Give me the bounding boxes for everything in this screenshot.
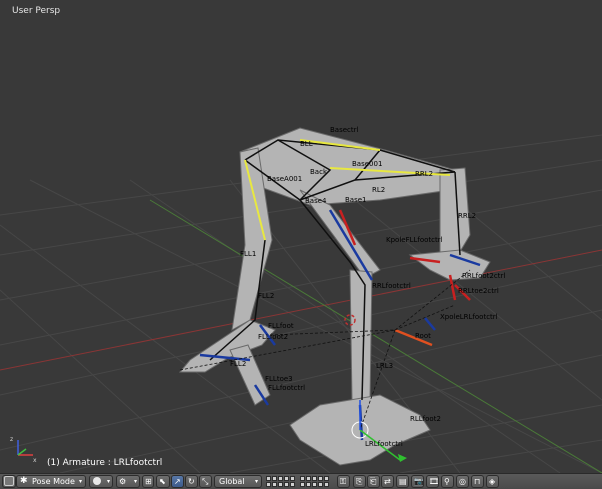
copy-pose-icon: ⎘ — [356, 477, 363, 486]
bone-label: LRL3 — [376, 362, 394, 370]
proportional-edit-button[interactable]: ◎ — [456, 475, 469, 488]
svg-text:x: x — [33, 457, 37, 464]
scale-icon: ⤡ — [202, 477, 209, 486]
translate-manipulator-button[interactable]: ↗ — [171, 475, 184, 488]
bone-label: RRL2 — [415, 170, 434, 178]
ik-icon: ⚲ — [444, 477, 450, 486]
bone-label: RRLtoe2ctrl — [458, 287, 499, 295]
bone-label: RL2 — [372, 186, 386, 194]
bone-icon: ⊞ — [145, 477, 152, 486]
dropdown-arrow-icon: ▾ — [133, 478, 137, 485]
layer-buttons-2[interactable] — [300, 476, 329, 487]
bone-label: BLL — [300, 140, 313, 148]
bone-label: BaseA001 — [267, 175, 303, 183]
snap-button[interactable]: ⊓ — [471, 475, 484, 488]
bone-label: RRL2 — [458, 212, 477, 220]
paste-pose-icon: ⎗ — [370, 477, 377, 486]
transform-orientation-selector[interactable]: Global ▾ — [214, 475, 262, 488]
snap-target-icon: ◈ — [489, 477, 496, 486]
orientation-label: Global — [219, 477, 245, 486]
bone-label: Basectrl — [330, 126, 359, 134]
bone-label: FLLfoot2 — [258, 333, 289, 341]
solid-sphere-icon — [93, 477, 101, 485]
pose-paste-button[interactable]: ⎗ — [367, 475, 380, 488]
axis-widget: z x — [10, 436, 37, 464]
bone-label: FLLfootctrl — [268, 384, 306, 392]
pivot-icon: ⚙ — [119, 477, 127, 486]
armature-mesh[interactable] — [178, 127, 491, 466]
mode-label: Pose Mode — [32, 477, 75, 486]
layer-buttons-1[interactable] — [266, 476, 295, 487]
bone-label: XpoleLRLfootctrl — [440, 313, 498, 321]
3d-viewport[interactable]: z x User Persp (1) Armature : LRLfootctr… — [0, 0, 602, 473]
lock-icon: ⚿ — [340, 477, 347, 486]
pose-flip-button[interactable]: ⇄ — [381, 475, 394, 488]
pivot-point-button[interactable]: ⚙ ▾ — [116, 475, 140, 488]
bone-label: Back — [310, 168, 327, 176]
render-anim-icon: 🎞 — [429, 477, 439, 486]
bone-label: RRLfoot2ctrl — [462, 272, 506, 280]
render-button[interactable]: 📷 — [411, 475, 424, 488]
rotate-manipulator-button[interactable]: ↻ — [185, 475, 198, 488]
library-icon: ▤ — [399, 477, 407, 486]
dropdown-arrow-icon: ▾ — [254, 478, 258, 485]
x-axis-line — [0, 249, 602, 371]
scale-manipulator-button[interactable]: ⤡ — [199, 475, 212, 488]
viewport-canvas[interactable]: z x — [0, 0, 602, 473]
bone-label: FLL1 — [240, 250, 257, 258]
bone-label: FLL2 — [258, 292, 275, 300]
svg-text:z: z — [10, 436, 13, 443]
render-icon: 📷 — [414, 477, 424, 486]
pose-copy-button[interactable]: ⎘ — [353, 475, 366, 488]
bone-label: FLL2 — [230, 360, 247, 368]
dropdown-arrow-icon: ▾ — [78, 478, 82, 485]
gizmo-y-head — [398, 454, 407, 462]
translate-arrow-icon: ↗ — [174, 477, 181, 486]
bone-label: FLLtoe3 — [265, 375, 293, 383]
snap-magnet-icon: ⊓ — [474, 477, 481, 486]
snap-target-button[interactable]: ◈ — [486, 475, 499, 488]
viewport-header: ✱ Pose Mode ▾ ▾ ⚙ ▾ ⊞ ⬉ ↗ ↻ ⤡ Global ▾ ⚿… — [0, 473, 602, 489]
render-anim-button[interactable]: 🎞 — [426, 475, 439, 488]
editor-type-button[interactable] — [2, 475, 16, 488]
pose-icon: ✱ — [20, 476, 28, 486]
bone-label: Base4 — [305, 197, 327, 205]
bone-label: Base001 — [352, 160, 383, 168]
bone-label: FLLfoot — [268, 322, 294, 330]
view-label: User Persp — [12, 6, 61, 16]
bone-label: RLLfoot2 — [410, 415, 441, 423]
active-object-label: (1) Armature : LRLfootctrl — [47, 458, 163, 468]
bone-label: LRLfootctrl — [365, 440, 403, 448]
rotate-icon: ↻ — [188, 477, 195, 486]
bone-label: KpoleFLLfootctrl — [386, 236, 443, 244]
mode-selector[interactable]: ✱ Pose Mode ▾ — [16, 475, 86, 488]
pose-library-button[interactable]: ▤ — [396, 475, 409, 488]
auto-ik-button[interactable]: ⚲ — [441, 475, 454, 488]
view3d-icon — [4, 476, 14, 486]
bone-label: Base1 — [345, 196, 367, 204]
flip-pose-icon: ⇄ — [384, 477, 391, 486]
manipulator-toggle[interactable]: ⬉ — [156, 475, 170, 488]
proportional-icon: ◎ — [459, 477, 466, 486]
viewport-shading-button[interactable]: ▾ — [89, 475, 113, 488]
lock-layers-button[interactable]: ⚿ — [337, 475, 350, 488]
manipulator-icon: ⬉ — [159, 477, 166, 486]
bone-label: RRLfootctrl — [372, 282, 411, 290]
bone-label: Root — [415, 332, 431, 340]
pose-toggle-button[interactable]: ⊞ — [142, 475, 154, 488]
dropdown-arrow-icon: ▾ — [106, 478, 110, 485]
